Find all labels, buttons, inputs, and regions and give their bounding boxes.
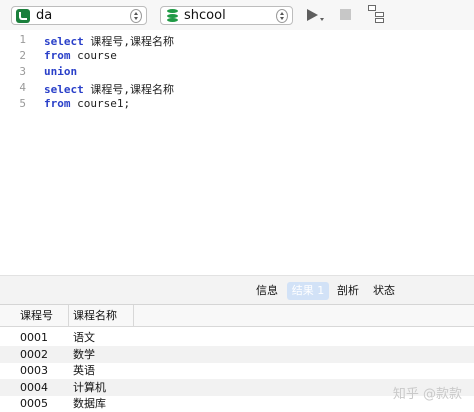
code-line: select 课程号,课程名称: [44, 33, 174, 49]
chevron-updown-icon: [130, 8, 142, 23]
table-cell: 计算机: [73, 381, 106, 394]
sql-keyword: select: [44, 83, 84, 96]
toolbar: da shcool: [0, 0, 474, 30]
table-cell: 语文: [73, 331, 95, 344]
tab-status[interactable]: 状态: [368, 282, 400, 300]
code-line: select 课程号,课程名称: [44, 81, 174, 97]
table-row[interactable]: 0001 语文: [0, 329, 474, 346]
tab-profile[interactable]: 剖析: [332, 282, 364, 300]
sql-text: course: [70, 49, 117, 62]
code-line: from course: [44, 49, 117, 62]
table-cell: 0004: [20, 381, 48, 394]
line-number: 2: [19, 49, 26, 62]
connection-icon: [16, 8, 30, 23]
sql-text: 课程号,课程名称: [83, 35, 174, 48]
sql-text: course1;: [70, 97, 131, 110]
result-tabs: 信息 结果 1 剖析 状态: [0, 275, 474, 305]
sql-text: 课程号,课程名称: [83, 83, 174, 96]
grid-header: 课程号 课程名称: [0, 305, 474, 327]
column-header[interactable]: 课程名称: [69, 305, 134, 327]
line-number-gutter: 1 2 3 4 5: [0, 30, 30, 275]
table-cell: 数据库: [73, 397, 106, 410]
watermark: 知乎 @款款: [392, 387, 462, 402]
tab-result-1[interactable]: 结果 1: [287, 282, 329, 300]
explain-button[interactable]: [368, 5, 386, 23]
sql-keyword: from: [44, 49, 71, 62]
database-select[interactable]: shcool: [160, 6, 293, 25]
sql-keyword: select: [44, 35, 84, 48]
database-icon: [167, 9, 178, 22]
table-cell: 0001: [20, 331, 48, 344]
explain-plan-icon: [368, 5, 376, 11]
table-cell: 0005: [20, 397, 48, 410]
run-button[interactable]: [305, 7, 325, 25]
table-cell: 数学: [73, 348, 95, 361]
tab-info[interactable]: 信息: [250, 282, 284, 300]
table-cell: 0003: [20, 364, 48, 377]
sql-editor[interactable]: 1 2 3 4 5 select 课程号,课程名称 from course un…: [0, 30, 474, 275]
table-row[interactable]: 0003 英语: [0, 362, 474, 379]
connection-select[interactable]: da: [11, 6, 147, 25]
table-row[interactable]: 0002 数学: [0, 346, 474, 363]
sql-keyword: union: [44, 65, 78, 78]
chevron-updown-icon: [276, 8, 288, 23]
line-number: 5: [19, 97, 26, 110]
column-header[interactable]: 课程号: [16, 305, 69, 327]
code-line: union: [44, 65, 77, 78]
connection-select-value: da: [36, 8, 53, 23]
line-number: 1: [19, 33, 26, 46]
table-cell: 英语: [73, 364, 95, 377]
sql-keyword: from: [44, 97, 71, 110]
line-number: 3: [19, 65, 26, 78]
code-line: from course1;: [44, 97, 130, 110]
table-cell: 0002: [20, 348, 48, 361]
stop-button[interactable]: [340, 9, 351, 20]
database-select-value: shcool: [184, 8, 226, 23]
line-number: 4: [19, 81, 26, 94]
